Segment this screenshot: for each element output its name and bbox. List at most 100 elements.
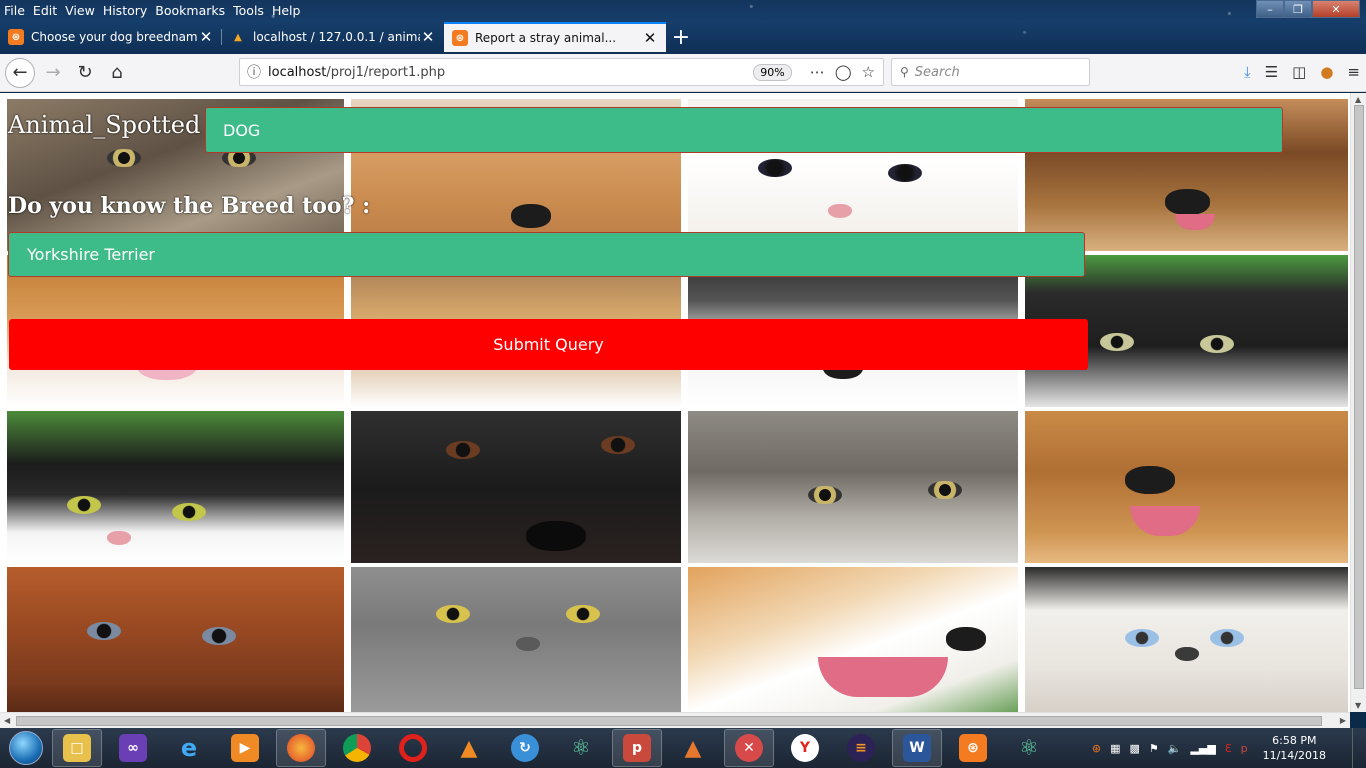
vertical-scroll-thumb[interactable] bbox=[1354, 105, 1364, 689]
taskbar-matlab[interactable]: ▲ bbox=[668, 729, 718, 767]
reload-button[interactable]: ↻ bbox=[69, 57, 101, 89]
monkey-extension-icon[interactable]: ● bbox=[1320, 63, 1333, 81]
animal-spotted-field[interactable]: DOG bbox=[205, 107, 1283, 153]
taskbar-atom-2[interactable]: ⚛ bbox=[1004, 729, 1054, 767]
taskbar-internet-explorer[interactable]: e bbox=[164, 729, 214, 767]
start-button[interactable] bbox=[0, 728, 52, 768]
hamburger-menu-icon[interactable]: ≡ bbox=[1347, 63, 1360, 81]
taskbar-sync[interactable]: ↻ bbox=[500, 729, 550, 767]
back-button[interactable]: ← bbox=[5, 57, 35, 88]
eclipse-icon: ≡ bbox=[847, 734, 875, 762]
close-tab-icon[interactable]: ✕ bbox=[198, 28, 214, 46]
new-tab-button[interactable]: + bbox=[666, 22, 696, 52]
tab-strip: ⊛ Choose your dog breedname ✕ ▲ localhos… bbox=[0, 22, 696, 52]
windows-orb-icon bbox=[9, 731, 43, 765]
window-controls: – ❐ ✕ bbox=[1256, 0, 1360, 18]
taskbar-eclipse[interactable]: ≡ bbox=[836, 729, 886, 767]
taskbar-firefox[interactable] bbox=[276, 729, 326, 767]
xampp-icon: ⊛ bbox=[959, 734, 987, 762]
tab-phpmyadmin[interactable]: ▲ localhost / 127.0.0.1 / animals / ✕ bbox=[222, 22, 444, 52]
device-tray-icon[interactable]: ▦ bbox=[1110, 742, 1120, 755]
pocket-icon[interactable]: ◯ bbox=[835, 63, 852, 81]
clock-time: 6:58 PM bbox=[1272, 734, 1317, 747]
downloads-icon[interactable]: ⤓ bbox=[1244, 63, 1251, 81]
menu-tools[interactable]: Tools bbox=[233, 3, 264, 18]
taskbar-atom[interactable]: ⚛ bbox=[556, 729, 606, 767]
phpmyadmin-favicon-icon: ▲ bbox=[234, 31, 242, 43]
scroll-up-arrow-icon[interactable]: ▲ bbox=[1355, 95, 1361, 104]
submit-query-button[interactable]: Submit Query bbox=[9, 319, 1088, 370]
snipping-tool-icon: ✕ bbox=[735, 734, 763, 762]
folder-icon: □ bbox=[63, 734, 91, 762]
taskbar-explorer[interactable]: □ bbox=[52, 729, 102, 767]
bookmark-star-icon[interactable]: ☆ bbox=[862, 63, 875, 81]
clock[interactable]: 6:58 PM 11/14/2018 bbox=[1263, 733, 1326, 763]
forward-button[interactable]: → bbox=[37, 57, 69, 89]
signal-tray-icon[interactable]: ▂▄▆ bbox=[1190, 742, 1215, 755]
menu-help[interactable]: Help bbox=[272, 3, 301, 18]
windows-taskbar: □ ∞ e ▶ ▲ ↻ ⚛ p ▲ ✕ Y ≡ W ⊛ ⚛ ⊛ ▦ ▩ ⚑ 🔈 … bbox=[0, 728, 1366, 768]
firefox-icon bbox=[287, 734, 315, 762]
close-window-button[interactable]: ✕ bbox=[1312, 0, 1360, 18]
taskbar-media-player[interactable]: ▶ bbox=[220, 729, 270, 767]
vertical-scrollbar[interactable]: ▲ ▼ bbox=[1350, 93, 1366, 712]
scroll-down-arrow-icon[interactable]: ▼ bbox=[1355, 701, 1361, 710]
zoom-level-badge[interactable]: 90% bbox=[753, 63, 792, 81]
taskbar-psiphon[interactable]: p bbox=[612, 729, 662, 767]
network-tray-icon[interactable]: ▩ bbox=[1129, 742, 1139, 755]
search-icon: ⚲ bbox=[900, 65, 909, 79]
menu-edit[interactable]: Edit bbox=[33, 3, 57, 18]
taskbar-opera[interactable] bbox=[388, 729, 438, 767]
cocker-spaniel-image bbox=[1025, 411, 1348, 563]
volume-tray-icon[interactable]: 🔈 bbox=[1168, 742, 1182, 755]
grey-cat-image bbox=[351, 567, 681, 712]
url-host: localhost bbox=[268, 64, 327, 80]
library-icon[interactable]: ☰ bbox=[1265, 63, 1278, 81]
close-tab-icon[interactable]: ✕ bbox=[642, 29, 658, 47]
e-tray-icon[interactable]: Ɛ bbox=[1225, 742, 1232, 755]
tab-choose-breed[interactable]: ⊛ Choose your dog breedname ✕ bbox=[0, 22, 222, 52]
horizontal-scroll-thumb[interactable] bbox=[16, 716, 1322, 726]
taskbar-yandex[interactable]: Y bbox=[780, 729, 830, 767]
maximize-button[interactable]: ❐ bbox=[1284, 0, 1312, 18]
tab-report-stray[interactable]: ⊛ Report a stray animal... ✕ bbox=[444, 22, 666, 52]
menu-history[interactable]: History bbox=[103, 3, 147, 18]
minimize-button[interactable]: – bbox=[1256, 0, 1284, 18]
menu-bookmarks[interactable]: Bookmarks bbox=[155, 3, 225, 18]
opera-icon bbox=[399, 734, 427, 762]
horizontal-scrollbar[interactable]: ◀ ▶ bbox=[0, 712, 1350, 728]
flag-tray-icon[interactable]: ⚑ bbox=[1149, 742, 1159, 755]
xampp-favicon-icon: ⊛ bbox=[452, 30, 468, 46]
search-input[interactable]: ⚲ Search bbox=[891, 58, 1090, 86]
taskbar-word[interactable]: W bbox=[892, 729, 942, 767]
home-button[interactable]: ⌂ bbox=[101, 57, 133, 89]
word-icon: W bbox=[903, 734, 931, 762]
animal-spotted-label: Animal_Spotted : bbox=[8, 111, 217, 139]
close-tab-icon[interactable]: ✕ bbox=[420, 28, 436, 46]
taskbar-snipping-tool[interactable]: ✕ bbox=[724, 729, 774, 767]
vlc-cone-icon: ▲ bbox=[460, 735, 478, 761]
tab-title: Choose your dog breedname bbox=[31, 30, 198, 44]
breed-field[interactable]: Yorkshire Terrier bbox=[8, 232, 1085, 277]
atom-icon: ⚛ bbox=[571, 735, 591, 761]
scroll-right-arrow-icon[interactable]: ▶ bbox=[1340, 716, 1346, 725]
xampp-tray-icon[interactable]: ⊛ bbox=[1092, 742, 1101, 755]
visual-studio-icon: ∞ bbox=[119, 734, 147, 762]
yandex-icon: Y bbox=[791, 734, 819, 762]
menu-view[interactable]: View bbox=[65, 3, 95, 18]
site-info-icon[interactable]: ⓘ bbox=[240, 62, 268, 82]
taskbar-vlc[interactable]: ▲ bbox=[444, 729, 494, 767]
sidebar-icon[interactable]: ◫ bbox=[1292, 63, 1306, 81]
url-actions: ⋯ ◯ ☆ bbox=[810, 63, 875, 81]
address-bar[interactable]: ⓘ localhost/proj1/report1.php 90% ⋯ ◯ ☆ bbox=[239, 58, 884, 86]
taskbar-visual-studio[interactable]: ∞ bbox=[108, 729, 158, 767]
show-desktop-button[interactable] bbox=[1352, 728, 1366, 768]
url-text[interactable]: localhost/proj1/report1.php bbox=[268, 65, 753, 80]
taskbar-chrome[interactable] bbox=[332, 729, 382, 767]
menu-file[interactable]: File bbox=[4, 3, 25, 18]
page-actions-icon[interactable]: ⋯ bbox=[810, 63, 825, 81]
scroll-left-arrow-icon[interactable]: ◀ bbox=[4, 716, 10, 725]
psiphon-tray-icon[interactable]: p bbox=[1241, 742, 1248, 755]
page-content: Animal_Spotted : DOG Do you know the Bre… bbox=[0, 93, 1366, 712]
taskbar-xampp[interactable]: ⊛ bbox=[948, 729, 998, 767]
